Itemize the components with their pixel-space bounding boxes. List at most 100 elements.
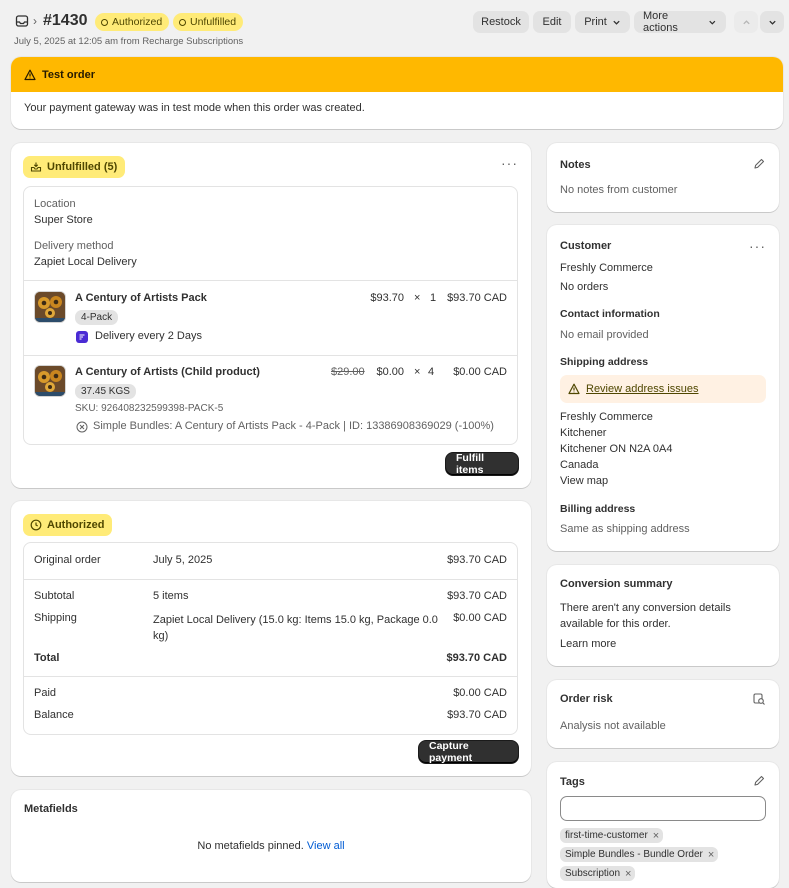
edit-button[interactable]: Edit — [533, 11, 571, 33]
product-thumbnail[interactable] — [34, 365, 66, 397]
fulfillment-details: Location Super Store Delivery method Zap… — [23, 186, 518, 445]
conversion-summary-card: Conversion summary There aren't any conv… — [547, 565, 779, 666]
view-map-link[interactable]: View map — [560, 475, 608, 487]
tag-chip: Simple Bundles - Bundle Order × — [560, 847, 719, 862]
tag-label: Simple Bundles - Bundle Order — [565, 849, 703, 860]
conversion-text: There aren't any conversion details avai… — [560, 602, 731, 630]
original-order-label: Original order — [34, 554, 101, 566]
button-label: Edit — [542, 16, 562, 28]
order-subtitle: July 5, 2025 at 12:05 am from Recharge S… — [14, 36, 244, 47]
customer-name-link[interactable]: Freshly Commerce — [560, 262, 653, 274]
unfulfilled-status: Unfulfilled (5) — [23, 156, 126, 178]
remove-tag-icon[interactable]: × — [625, 868, 631, 879]
address-line: Kitchener ON N2A 0A4 — [560, 443, 673, 455]
item-price: $93.70 — [370, 292, 404, 304]
restock-button[interactable]: Restock — [473, 11, 529, 33]
remove-tag-icon[interactable]: × — [653, 830, 659, 841]
times-sign: × — [414, 366, 421, 378]
next-order-button[interactable] — [760, 11, 784, 33]
metafields-title: Metafields — [24, 803, 78, 815]
chevron-up-icon — [742, 19, 750, 24]
shipping-amount: $0.00 CAD — [453, 612, 507, 624]
circle-icon — [179, 18, 186, 26]
previous-order-button[interactable] — [734, 11, 758, 33]
button-label: Restock — [481, 16, 521, 28]
address-warning[interactable]: Review address issues — [560, 375, 766, 403]
subtotal-items: 5 items — [153, 590, 189, 602]
item-price: $0.00 — [376, 366, 404, 378]
times-sign: × — [414, 292, 421, 304]
order-risk-text: Analysis not available — [560, 720, 666, 732]
status-label: Authorized — [47, 519, 105, 531]
order-number: #1430 — [43, 12, 88, 29]
item-total: $93.70 CAD — [447, 292, 507, 304]
tag-label: first-time-customer — [565, 830, 648, 841]
test-order-banner: Test order Your payment gateway was in t… — [11, 57, 783, 129]
more-options-icon[interactable]: ··· — [501, 156, 518, 170]
address-line: Freshly Commerce — [560, 411, 653, 423]
balance-label: Balance — [34, 709, 74, 721]
payment-card: Authorized Original order July 5, 2025 $… — [11, 501, 531, 776]
paid-label: Paid — [34, 687, 57, 699]
banner-header: Test order — [11, 57, 783, 92]
item-title[interactable]: A Century of Artists (Child product) — [75, 366, 260, 378]
more-actions-button[interactable]: More actions — [634, 10, 726, 34]
more-options-icon[interactable]: ··· — [749, 239, 766, 253]
warning-icon — [24, 69, 36, 80]
pencil-icon[interactable] — [752, 774, 766, 788]
customer-orders: No orders — [560, 281, 609, 293]
tag-chip: Subscription × — [560, 866, 636, 881]
order-risk-card: Order risk Analysis not available — [547, 680, 779, 748]
total-label: Total — [34, 652, 60, 664]
payment-summary: Original order July 5, 2025 $93.70 CAD S… — [23, 542, 518, 735]
banner-title: Test order — [42, 68, 95, 81]
total-amount: $93.70 CAD — [446, 652, 507, 664]
variant-chip: 4-Pack — [75, 310, 119, 325]
order-risk-title: Order risk — [560, 693, 613, 705]
risk-analysis-icon[interactable] — [752, 692, 766, 706]
balance-amount: $93.70 CAD — [447, 709, 507, 721]
address-line: Kitchener — [560, 427, 607, 439]
package-icon — [30, 162, 42, 172]
tag-label: Subscription — [565, 868, 621, 879]
authorized-status: Authorized — [23, 514, 113, 536]
notes-title: Notes — [560, 159, 591, 171]
delivery-method-value: Zapiet Local Delivery — [34, 256, 137, 268]
item-title[interactable]: A Century of Artists Pack — [75, 292, 207, 304]
original-order-amount: $93.70 CAD — [447, 554, 507, 566]
capture-payment-button[interactable]: Capture payment — [419, 740, 518, 764]
chevron-down-icon — [709, 20, 716, 25]
metafields-card: Metafields No metafields pinned. View al… — [11, 790, 531, 882]
pencil-icon[interactable] — [752, 157, 766, 171]
subscription-text: Delivery every 2 Days — [95, 330, 202, 342]
customer-title: Customer — [560, 240, 612, 252]
variant-chip: 37.45 KGS — [75, 384, 136, 399]
subtotal-label: Subtotal — [34, 590, 75, 602]
remove-tag-icon[interactable]: × — [708, 849, 714, 860]
button-label: Print — [584, 16, 607, 28]
subtotal-amount: $93.70 CAD — [447, 590, 507, 602]
address-line: Canada — [560, 459, 599, 471]
tags-input[interactable] — [560, 796, 766, 821]
item-original-price: $29.00 — [331, 366, 365, 378]
bundle-icon — [76, 421, 88, 433]
view-all-link[interactable]: View all — [307, 840, 345, 852]
fulfill-items-button[interactable]: Fulfill items — [446, 452, 518, 476]
product-thumbnail[interactable] — [34, 291, 66, 323]
chevron-down-icon — [768, 20, 776, 25]
divider — [24, 280, 517, 281]
notes-text: No notes from customer — [560, 184, 678, 196]
bundle-info: Simple Bundles: A Century of Artists Pac… — [93, 420, 494, 432]
divider — [24, 355, 517, 356]
conversion-title: Conversion summary — [560, 578, 673, 590]
contact-text: No email provided — [560, 329, 649, 341]
item-quantity: 1 — [430, 292, 437, 304]
learn-more-link[interactable]: Learn more — [560, 638, 616, 650]
delivery-method-label: Delivery method — [34, 240, 114, 252]
status-label: Unfulfilled (5) — [47, 161, 118, 173]
paid-amount: $0.00 CAD — [453, 687, 507, 699]
review-address-link[interactable]: Review address issues — [586, 383, 699, 395]
product-image — [35, 366, 65, 396]
print-button[interactable]: Print — [575, 11, 630, 33]
breadcrumb-chevron-icon: › — [33, 14, 37, 28]
